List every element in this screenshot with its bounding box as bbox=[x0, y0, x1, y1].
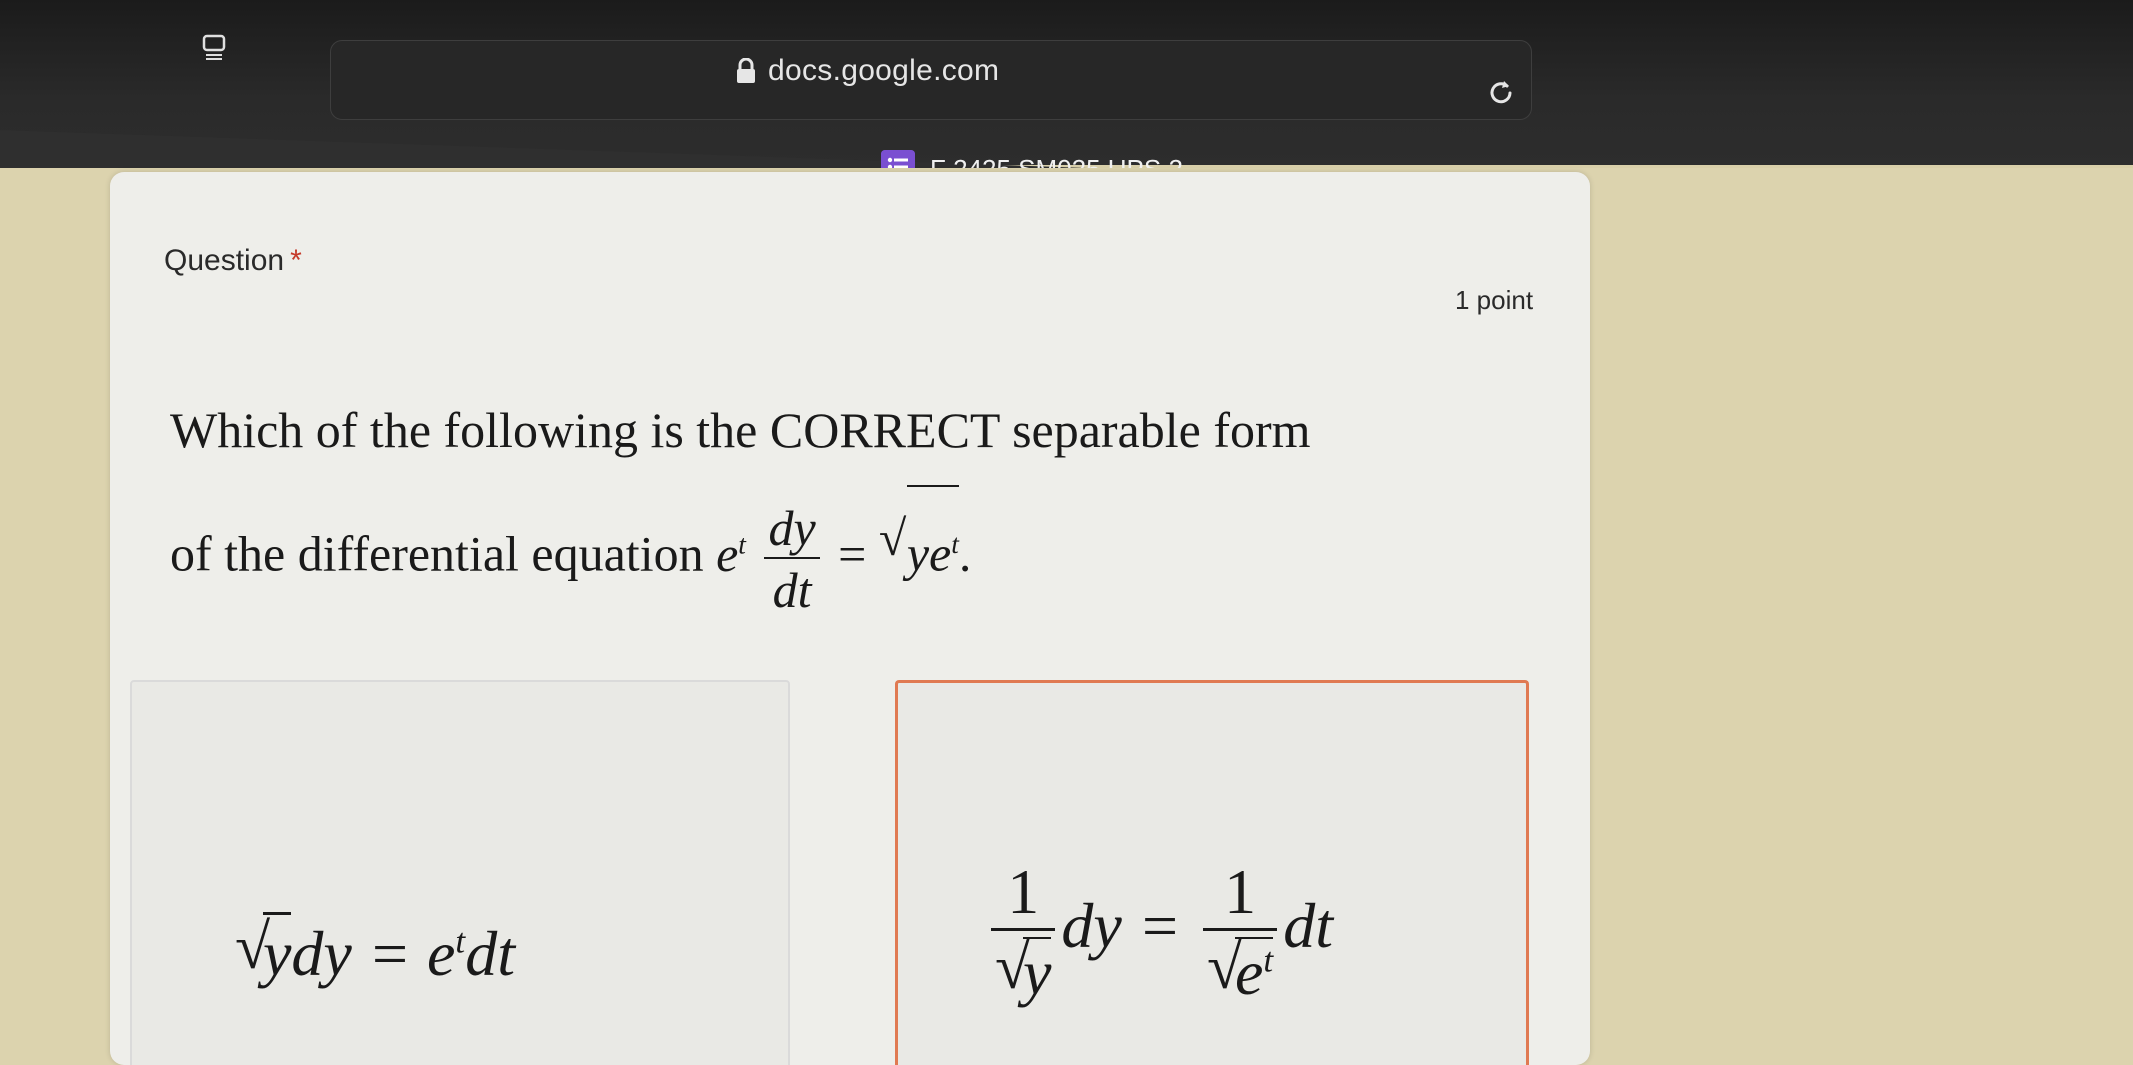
option-a-exponent: t bbox=[455, 921, 466, 961]
option-b-numerator-right: 1 bbox=[1203, 860, 1278, 931]
screen: docs.google.com F 2425 SM025 UPS 2 Quest… bbox=[0, 0, 2133, 1065]
option-a-end: dt bbox=[465, 918, 515, 989]
sidebar-icon[interactable] bbox=[202, 34, 226, 64]
required-star: * bbox=[290, 244, 302, 277]
option-b-fraction-left: 1 y bbox=[991, 860, 1056, 1008]
option-b-sqrt-left: y bbox=[995, 935, 1052, 1008]
equation-radicand: ye bbox=[906, 525, 952, 582]
option-b-numerator-left: 1 bbox=[991, 860, 1056, 931]
question-text: Which of the following is the CORRECT se… bbox=[170, 375, 1550, 615]
question-text-prefix: of the differential equation bbox=[170, 525, 704, 582]
url-text[interactable]: docs.google.com bbox=[768, 54, 999, 88]
equation-lhs-base: e bbox=[716, 525, 739, 582]
option-b-radicand-right: e bbox=[1235, 937, 1264, 1008]
question-points: 1 point bbox=[1455, 285, 1534, 315]
option-b-fraction-right: 1 et bbox=[1203, 860, 1278, 1008]
option-b-middle: dy = bbox=[1061, 890, 1181, 962]
option-a-sqrt: y bbox=[235, 910, 292, 991]
question-equation: et dy dt = yet. bbox=[716, 483, 972, 615]
question-text-line1: Which of the following is the CORRECT se… bbox=[170, 402, 1311, 458]
option-b-radicand-exponent: t bbox=[1263, 940, 1274, 980]
reload-icon[interactable] bbox=[1486, 78, 1516, 108]
option-card-a[interactable] bbox=[130, 680, 790, 1065]
option-a-middle: dy = e bbox=[291, 918, 456, 989]
option-a-radicand: y bbox=[263, 912, 292, 991]
lock-icon bbox=[737, 58, 755, 83]
equation-rhs-exponent: t bbox=[951, 528, 959, 559]
option-a-equation[interactable]: ydy = etdt bbox=[235, 910, 515, 991]
equation-period: . bbox=[958, 525, 972, 582]
option-b-sqrt-right: et bbox=[1207, 935, 1274, 1008]
option-b-radicand-left: y bbox=[1023, 937, 1052, 1008]
equation-numerator: dy bbox=[764, 503, 820, 560]
equation-denominator: dt bbox=[772, 562, 812, 619]
option-b-equation[interactable]: 1 y dy = 1 et dt bbox=[985, 860, 1333, 1005]
equation-fraction: dy dt bbox=[764, 503, 820, 619]
question-text-line2: of the differential equation et dy dt = … bbox=[170, 483, 1550, 615]
question-label-text: Question bbox=[164, 244, 285, 277]
question-label: Question * bbox=[164, 244, 302, 278]
equation-sqrt: yet bbox=[879, 483, 959, 609]
equation-lhs-exponent: t bbox=[738, 528, 746, 559]
option-b-end: dt bbox=[1283, 890, 1333, 962]
equation-equals: = bbox=[838, 525, 867, 582]
